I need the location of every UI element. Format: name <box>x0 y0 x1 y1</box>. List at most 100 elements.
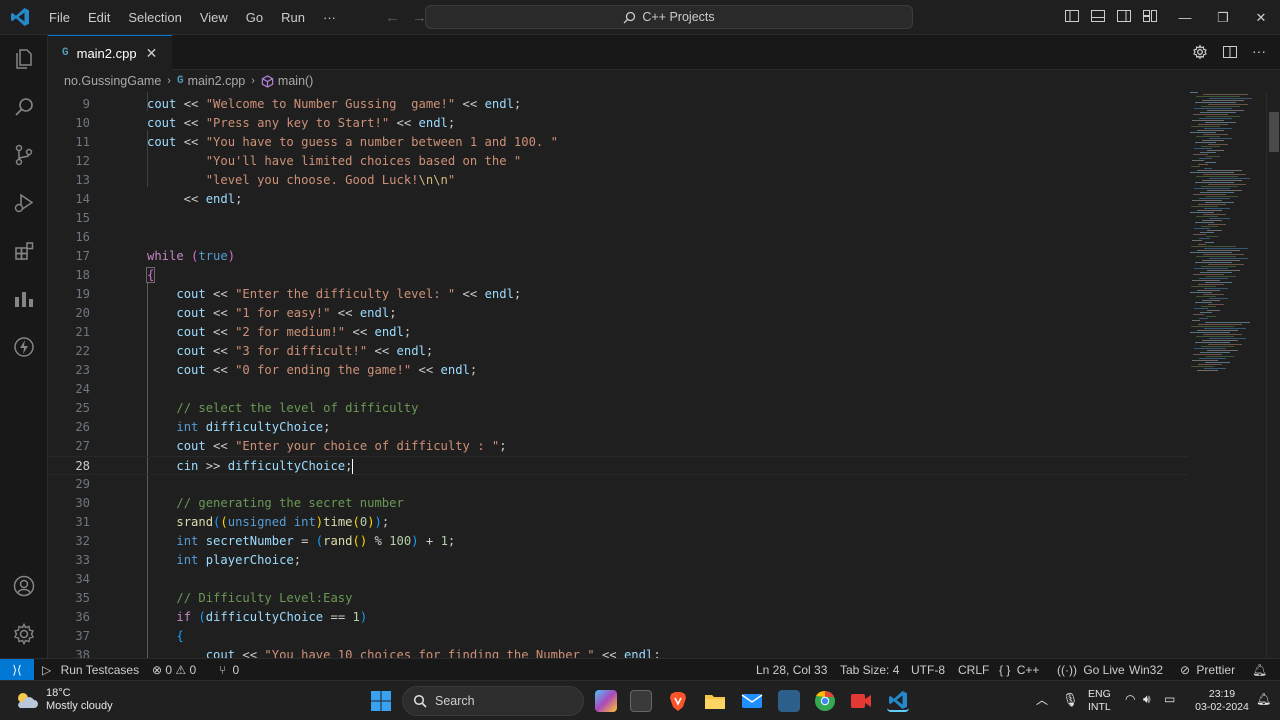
toggle-secondary-sidebar-icon[interactable] <box>1116 8 1132 24</box>
file-explorer-icon[interactable] <box>704 690 726 712</box>
show-hidden-icons-chevron-up-icon[interactable]: ︿ <box>1036 694 1048 707</box>
more-actions-icon[interactable]: ··· <box>1252 44 1266 63</box>
code-line[interactable]: 29 <box>48 475 1188 494</box>
split-editor-icon[interactable] <box>1222 44 1238 63</box>
code-line[interactable]: 19 cout << "Enter the difficulty level: … <box>48 285 1188 304</box>
menu-file[interactable]: File <box>40 0 79 35</box>
minimap[interactable] <box>1188 92 1266 658</box>
platform[interactable]: Win32 <box>1129 659 1163 681</box>
code-line[interactable]: 22 cout << "3 for difficult!" << endl; <box>48 342 1188 361</box>
code-line[interactable]: 16 <box>48 228 1188 247</box>
code-line[interactable]: 37 { <box>48 627 1188 646</box>
code-line[interactable]: 32 int secretNumber = (rand() % 100) + 1… <box>48 532 1188 551</box>
vscode-taskbar-icon[interactable] <box>887 690 909 712</box>
problems-indicator[interactable]: ⊗ 0 ⚠ 0 <box>152 659 196 681</box>
code-line[interactable]: 28 cin >> difficultyChoice; <box>48 456 1188 475</box>
source-control-icon[interactable] <box>0 131 48 179</box>
code-line[interactable]: 23 cout << "0 for ending the game!" << e… <box>48 361 1188 380</box>
taskbar-search[interactable]: Search <box>402 686 584 716</box>
go-live-button[interactable]: ((·)) Go Live <box>1057 659 1125 681</box>
snipping-tool-icon[interactable] <box>778 690 800 712</box>
back-arrow-icon[interactable]: ← <box>385 9 400 26</box>
toggle-panel-icon[interactable] <box>1090 8 1106 24</box>
video-editor-icon[interactable] <box>850 690 872 712</box>
code-line[interactable]: 21 cout << "2 for medium!" << endl; <box>48 323 1188 342</box>
customize-layout-icon[interactable] <box>1142 8 1158 24</box>
cursor-position[interactable]: Ln 28, Col 33 <box>756 659 827 681</box>
run-testcases-button[interactable]: ▷ Run Testcases <box>42 659 139 681</box>
notification-center-bell-icon[interactable]: 🔔︎ <box>1256 693 1271 706</box>
close-tab-icon[interactable]: ✕ <box>146 45 158 62</box>
menu-selection[interactable]: Selection <box>119 0 190 35</box>
code-line[interactable]: 30 // generating the secret number <box>48 494 1188 513</box>
weather-widget[interactable]: 18°C Mostly cloudy <box>14 687 113 713</box>
end-of-line[interactable]: CRLF <box>958 659 989 681</box>
windows-start-icon[interactable] <box>370 690 392 712</box>
account-icon[interactable] <box>0 562 48 610</box>
encoding[interactable]: UTF-8 <box>911 659 945 681</box>
code-line[interactable]: 15 <box>48 209 1188 228</box>
language-mode[interactable]: { } C++ <box>999 659 1039 681</box>
brave-browser-icon[interactable] <box>667 690 689 712</box>
wifi-icon[interactable]: ◠ <box>1125 693 1135 706</box>
volume-icon[interactable]: 🔊︎ <box>1143 693 1151 706</box>
remote-indicator-icon[interactable]: ⟩⟨ <box>0 659 34 681</box>
language-indicator[interactable]: ENG INTL <box>1088 688 1111 714</box>
menu-go[interactable]: Go <box>237 0 272 35</box>
code-line[interactable]: 34 <box>48 570 1188 589</box>
code-line[interactable]: 18 { <box>48 266 1188 285</box>
tab-size[interactable]: Tab Size: 4 <box>840 659 899 681</box>
run-debug-icon[interactable] <box>0 179 48 227</box>
code-line[interactable]: 9 cout << "Welcome to Number Gussing game… <box>48 95 1188 114</box>
code-line[interactable]: 38 cout << "You have 10 choices for find… <box>48 646 1188 658</box>
breadcrumb-folder[interactable]: no.GussingGame <box>64 74 161 88</box>
scrollbar-thumb[interactable] <box>1269 112 1279 152</box>
manage-gear-icon[interactable] <box>0 610 48 658</box>
chrome-icon[interactable] <box>814 690 836 712</box>
battery-icon[interactable]: ▭ <box>1164 693 1175 706</box>
prettier-button[interactable]: ⊘ Prettier <box>1180 659 1235 681</box>
code-line[interactable]: 12 "You'll have limited choices based on… <box>48 152 1188 171</box>
code-line[interactable]: 25 // select the level of difficulty <box>48 399 1188 418</box>
code-line[interactable]: 14 << endl; <box>48 190 1188 209</box>
task-view-icon[interactable] <box>630 690 652 712</box>
vertical-scrollbar[interactable] <box>1266 92 1280 658</box>
code-line[interactable]: 13 "level you choose. Good Luck!\n\n" <box>48 171 1188 190</box>
lightning-icon[interactable] <box>0 323 48 371</box>
code-line[interactable]: 27 cout << "Enter your choice of difficu… <box>48 437 1188 456</box>
breadcrumb-symbol[interactable]: main() <box>278 74 313 88</box>
code-line[interactable]: 35 // Difficulty Level:Easy <box>48 589 1188 608</box>
command-center-search[interactable]: C++ Projects <box>425 5 913 29</box>
tab-main2-cpp[interactable]: G main2.cpp ✕ <box>48 35 172 70</box>
code-line[interactable]: 31 srand((unsigned int)time(0)); <box>48 513 1188 532</box>
code-line[interactable]: 36 if (difficultyChoice == 1) <box>48 608 1188 627</box>
close-window-icon[interactable]: ✕ <box>1242 0 1280 35</box>
testing-chart-icon[interactable] <box>0 275 48 323</box>
clock[interactable]: 23:19 03-02-2024 <box>1192 688 1252 714</box>
menu-edit[interactable]: Edit <box>79 0 119 35</box>
code-line[interactable]: 11 cout << "You have to guess a number be… <box>48 133 1188 152</box>
code-line[interactable]: 26 int difficultyChoice; <box>48 418 1188 437</box>
menu-more[interactable]: ··· <box>314 0 345 35</box>
mail-icon[interactable] <box>741 690 763 712</box>
menu-run[interactable]: Run <box>272 0 314 35</box>
code-line[interactable]: 17 while (true) <box>48 247 1188 266</box>
code-line[interactable]: 10 cout << "Press any key to Start!" << e… <box>48 114 1188 133</box>
code-line[interactable]: 33 int playerChoice; <box>48 551 1188 570</box>
search-sidebar-icon[interactable] <box>0 83 48 131</box>
minimize-icon[interactable]: — <box>1166 0 1204 35</box>
restore-icon[interactable]: ❐ <box>1204 0 1242 35</box>
ports-indicator[interactable]: ⑂ 0 <box>219 659 239 681</box>
copilot-icon[interactable] <box>595 690 617 712</box>
extensions-icon[interactable] <box>0 227 48 275</box>
notifications-bell-icon[interactable]: 🔔︎ <box>1252 659 1267 681</box>
microphone-icon[interactable]: 🎙︎ <box>1062 693 1079 706</box>
code-line[interactable]: 20 cout << "1 for easy!" << endl; <box>48 304 1188 323</box>
settings-gear-icon[interactable] <box>1192 44 1208 63</box>
code-editor[interactable]: 9 cout << "Welcome to Number Gussing game… <box>48 92 1188 658</box>
code-line[interactable]: 24 <box>48 380 1188 399</box>
breadcrumb-file[interactable]: main2.cpp <box>188 74 246 88</box>
explorer-icon[interactable] <box>0 35 48 83</box>
menu-view[interactable]: View <box>191 0 237 35</box>
toggle-sidebar-icon[interactable] <box>1064 8 1080 24</box>
